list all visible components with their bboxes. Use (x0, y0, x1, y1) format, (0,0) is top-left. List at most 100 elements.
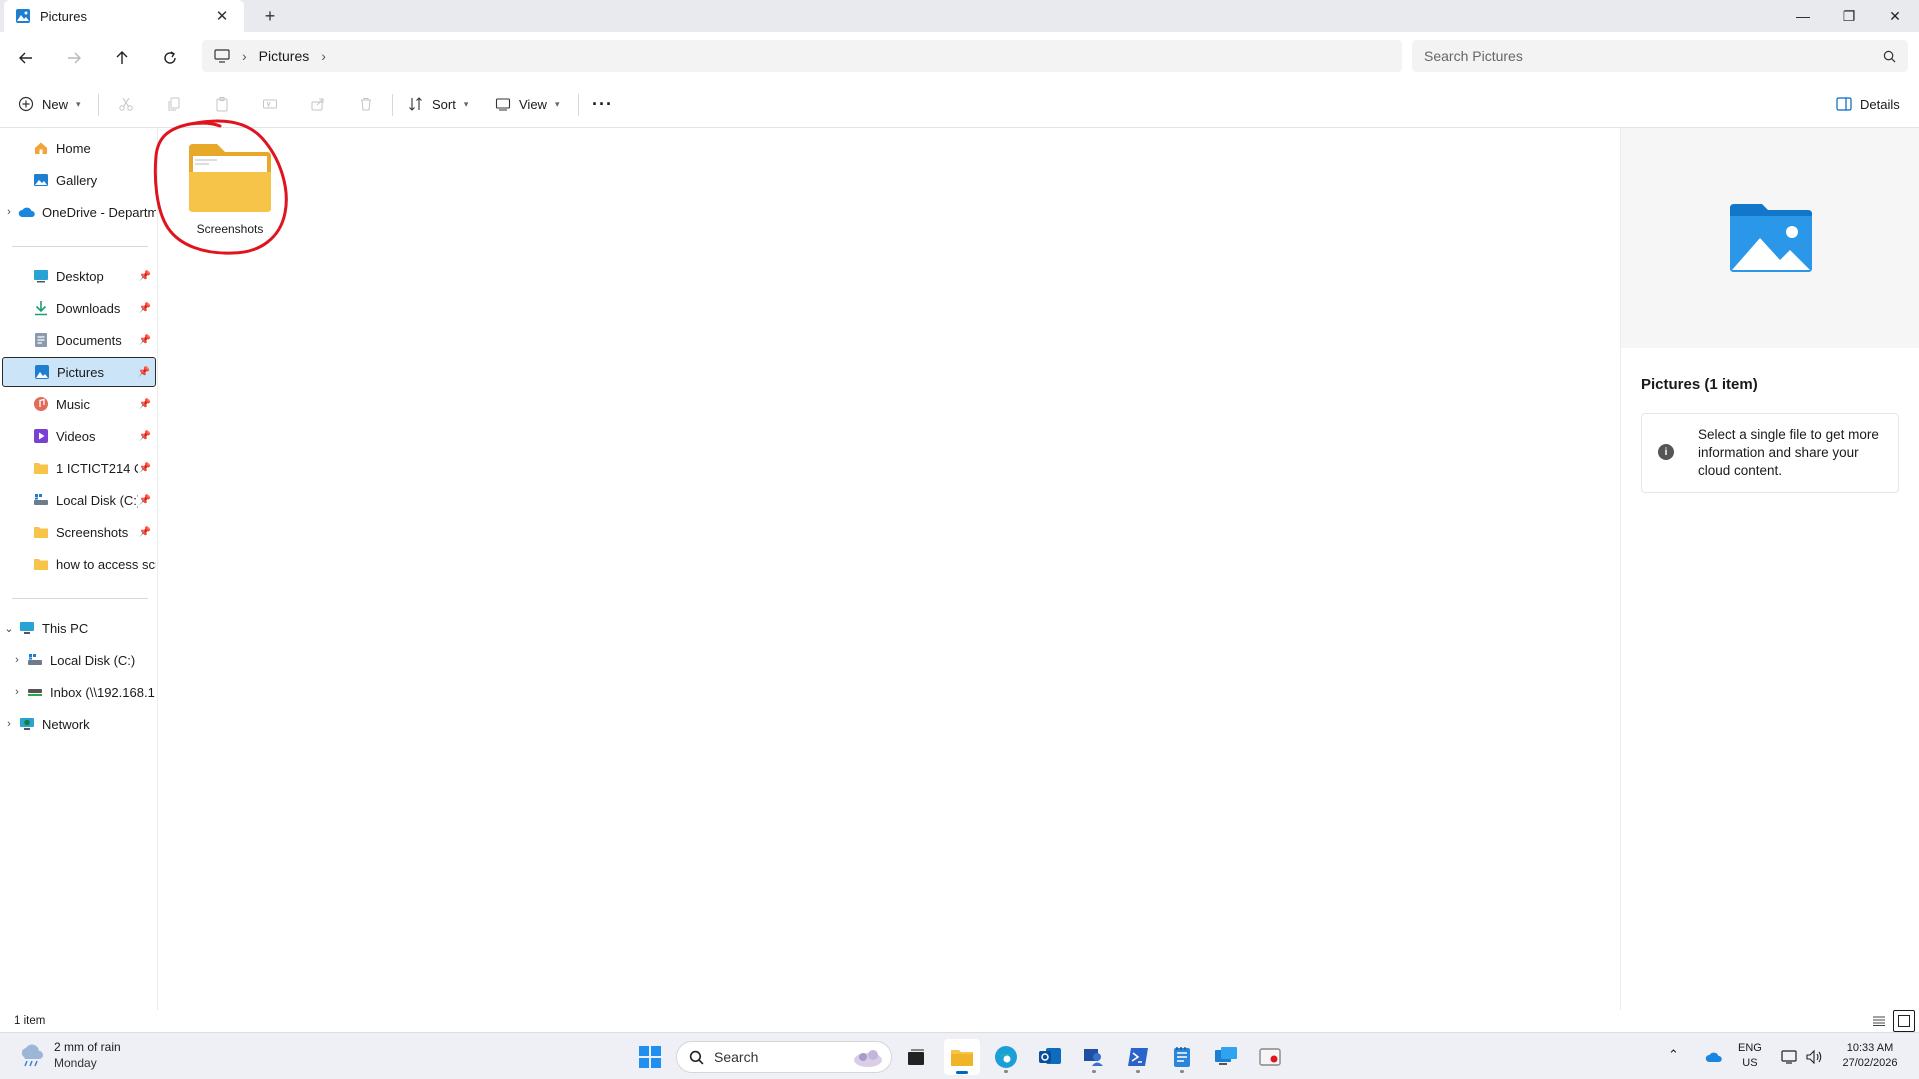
minimize-button[interactable]: — (1780, 0, 1826, 32)
sidebar-item-inbox-network-drive[interactable]: › Inbox (\\192.168.1 (2, 677, 156, 707)
toolbar-divider (98, 94, 99, 116)
file-explorer-icon (951, 1050, 973, 1066)
search-input[interactable] (1424, 48, 1883, 64)
sidebar-item-tree-local-disk[interactable]: › Local Disk (C:) (2, 645, 156, 675)
folder-icon (189, 144, 271, 212)
weather-widget[interactable]: 2 mm of rain Monday (18, 1039, 121, 1071)
paste-button[interactable] (206, 88, 238, 120)
up-arrow-icon (116, 51, 128, 64)
chevron-right-icon[interactable]: › (2, 718, 16, 730)
onedrive-icon (18, 203, 36, 221)
pin-icon: 📌 (138, 398, 152, 410)
close-window-button[interactable]: ✕ (1872, 0, 1918, 32)
chevron-right-icon[interactable]: › (242, 48, 247, 64)
details-pane-button[interactable]: Details (1828, 88, 1908, 120)
sidebar-item-gallery[interactable]: Gallery (2, 165, 156, 195)
back-button[interactable] (10, 42, 42, 74)
clock-date: 27/02/2026 (1842, 1057, 1898, 1069)
weather-day: Monday (54, 1056, 97, 1070)
large-icons-view-toggle[interactable] (1893, 1010, 1915, 1032)
sidebar-item-desktop[interactable]: Desktop 📌 (2, 261, 156, 291)
folder-item-screenshots[interactable]: Screenshots (180, 142, 280, 252)
copy-icon (168, 97, 180, 111)
teams-admin-taskbar-button[interactable] (1076, 1039, 1112, 1075)
chevron-right-icon[interactable]: › (2, 206, 16, 218)
sidebar-item-pictures[interactable]: Pictures 📌 (2, 357, 156, 387)
sidebar-item-this-pc[interactable]: ⌄ This PC (2, 613, 156, 643)
back-arrow-icon (19, 52, 32, 64)
pictures-icon (33, 363, 51, 381)
details-message: Select a single file to get more informa… (1698, 427, 1879, 478)
details-view-toggle[interactable] (1868, 1010, 1890, 1032)
chevron-down-icon: ▾ (554, 98, 560, 109)
sidebar-item-screenshots[interactable]: Screenshots 📌 (2, 517, 156, 547)
refresh-button[interactable] (154, 42, 186, 74)
breadcrumb-pictures[interactable]: Pictures (259, 48, 310, 64)
notepad-taskbar-button[interactable] (1164, 1039, 1200, 1075)
chevron-right-icon[interactable]: › (10, 654, 24, 666)
sort-button[interactable]: Sort ▾ (400, 88, 476, 120)
sidebar-item-videos[interactable]: Videos 📌 (2, 421, 156, 451)
rename-button[interactable] (254, 88, 286, 120)
view-button[interactable]: View ▾ (487, 88, 567, 120)
language-indicator[interactable]: ENG US (1738, 1041, 1762, 1071)
folder-icon (32, 459, 50, 477)
search-box[interactable] (1412, 40, 1908, 72)
folder-icon (32, 555, 50, 573)
chevron-up-icon[interactable]: ⌃ (1668, 1047, 1679, 1062)
edge-taskbar-button[interactable] (988, 1039, 1024, 1075)
videos-icon (32, 427, 50, 445)
rename-icon (263, 99, 277, 109)
pin-icon: 📌 (138, 430, 152, 442)
search-icon (1883, 50, 1896, 62)
up-button[interactable] (106, 42, 138, 74)
sidebar-item-network[interactable]: › Network (2, 709, 156, 739)
pin-icon: 📌 (138, 334, 152, 346)
powershell-taskbar-button[interactable] (1120, 1039, 1156, 1075)
see-more-button[interactable]: ··· (584, 88, 621, 120)
language-code: ENG (1738, 1042, 1762, 1054)
outlook-taskbar-button[interactable] (1032, 1039, 1068, 1075)
pin-icon: 📌 (137, 366, 151, 378)
restore-button[interactable]: ❐ (1826, 0, 1872, 32)
file-explorer-taskbar-button[interactable] (944, 1039, 980, 1075)
chevron-right-icon[interactable]: › (321, 48, 326, 64)
sidebar-item-music[interactable]: Music 📌 (2, 389, 156, 419)
address-bar[interactable]: › Pictures › (202, 40, 1402, 72)
sidebar-item-documents[interactable]: Documents 📌 (2, 325, 156, 355)
close-tab-icon[interactable]: ✕ (212, 6, 232, 26)
pin-icon: 📌 (138, 526, 152, 538)
clock[interactable]: 10:33 AM 27/02/2026 (1834, 1041, 1906, 1071)
sidebar-item-local-disk[interactable]: Local Disk (C:) 📌 (2, 485, 156, 515)
tiles-view-icon (1898, 1015, 1910, 1027)
sidebar-item-home[interactable]: Home (2, 133, 156, 163)
tab-pictures[interactable]: Pictures ✕ (4, 0, 244, 32)
chevron-down-icon[interactable]: ⌄ (2, 622, 16, 635)
snipping-tool-taskbar-button[interactable] (1252, 1039, 1288, 1075)
chevron-right-icon[interactable]: › (10, 686, 24, 698)
search-icon (689, 1050, 704, 1064)
user-admin-icon (1084, 1049, 1103, 1066)
sidebar-item-icticit214-folder[interactable]: 1 ICTICT214 Operate application software… (2, 453, 156, 483)
remote-desktop-taskbar-button[interactable] (1208, 1039, 1244, 1075)
share-button[interactable] (302, 88, 334, 120)
file-list-area[interactable]: Screenshots (160, 128, 1620, 1010)
onedrive-tray-button[interactable] (1696, 1039, 1732, 1075)
powershell-icon (1128, 1048, 1148, 1066)
copy-button[interactable] (158, 88, 190, 120)
info-icon: i (1658, 444, 1674, 460)
forward-button[interactable] (58, 42, 90, 74)
sidebar-item-how-to-access-screenshots[interactable]: how to access screenshots (2, 549, 156, 579)
gallery-icon (32, 171, 50, 189)
start-button[interactable] (632, 1039, 668, 1075)
sidebar-item-downloads[interactable]: Downloads 📌 (2, 293, 156, 323)
view-icon (495, 98, 511, 111)
delete-button[interactable] (350, 88, 382, 120)
cut-button[interactable] (110, 88, 142, 120)
sidebar-item-onedrive[interactable]: › OneDrive - Department of Education (2, 197, 156, 227)
new-button[interactable]: New ▾ (10, 88, 89, 120)
new-tab-button[interactable]: + (256, 4, 284, 28)
taskbar-search[interactable]: Search (676, 1041, 892, 1073)
quick-settings-button[interactable] (1772, 1039, 1832, 1075)
task-view-button[interactable] (898, 1039, 934, 1075)
